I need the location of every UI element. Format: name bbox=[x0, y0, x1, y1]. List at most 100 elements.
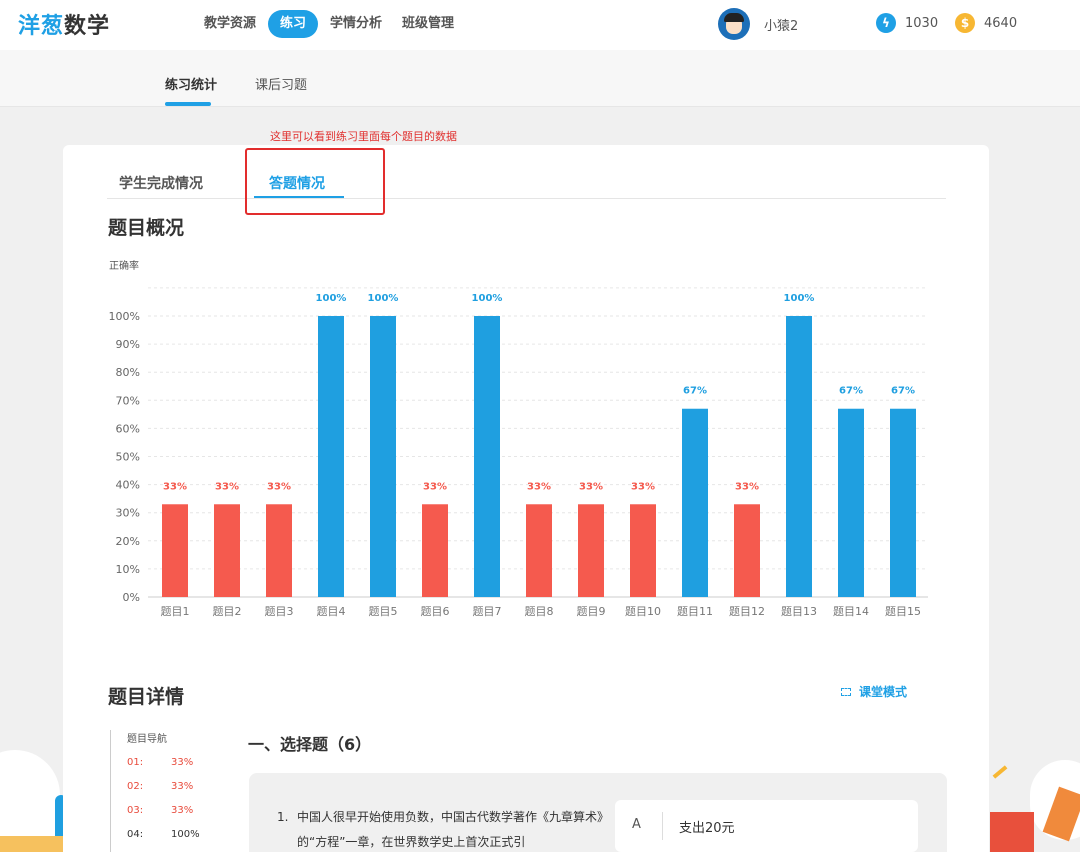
bar-value-label: 100% bbox=[472, 293, 503, 304]
nav-class-management[interactable]: 班级管理 bbox=[394, 10, 462, 38]
bar-value-label: 33% bbox=[423, 481, 447, 492]
top-navigation-bar: 洋葱数学 教学资源 练习 学情分析 班级管理 小猿2 ϟ 1030 $ 4640 bbox=[0, 0, 1080, 50]
bar bbox=[266, 504, 292, 597]
question-nav-title: 题目导航 bbox=[127, 734, 167, 745]
bar-value-label: 67% bbox=[683, 386, 707, 397]
energy-stat: ϟ 1030 bbox=[876, 13, 938, 33]
bar bbox=[890, 408, 916, 597]
bar-value-label: 67% bbox=[839, 386, 863, 397]
nav-practice[interactable]: 练习 bbox=[268, 10, 319, 38]
bar-value-label: 33% bbox=[735, 481, 759, 492]
tab-practice-stats-label: 练习统计 bbox=[165, 78, 218, 93]
classroom-mode-button[interactable]: 课堂模式 bbox=[841, 683, 907, 700]
bar-value-label: 67% bbox=[891, 386, 915, 397]
x-tick-label: 题目12 bbox=[729, 605, 765, 618]
bar-value-label: 33% bbox=[579, 481, 603, 492]
y-tick-label: 0% bbox=[123, 591, 140, 604]
question-nav-item[interactable]: 01: 33% bbox=[127, 757, 200, 781]
coin-icon: $ bbox=[955, 13, 975, 33]
tab-practice-stats[interactable]: 练习统计 bbox=[165, 74, 218, 106]
y-tick-label: 30% bbox=[116, 507, 140, 520]
tab-homework[interactable]: 课后习题 bbox=[255, 74, 307, 93]
question-text: 1. 中国人很早开始使用负数，中国古代数学著作《九章算术》的“方程”一章，在世界… bbox=[277, 805, 607, 852]
question-navigation: 题目导航 01: 33% 02: 33% 03: 33% 04: 100% bbox=[110, 730, 200, 852]
ground-decoration-left bbox=[0, 836, 63, 852]
bar-value-label: 100% bbox=[316, 293, 347, 304]
bar bbox=[786, 316, 812, 597]
y-tick-label: 100% bbox=[109, 310, 140, 323]
y-tick-label: 20% bbox=[116, 535, 140, 548]
tab-divider bbox=[107, 198, 946, 199]
overview-title: 题目概况 bbox=[108, 217, 185, 239]
annotation-highlight-box bbox=[245, 148, 385, 215]
y-tick-label: 60% bbox=[116, 422, 140, 435]
bar bbox=[838, 408, 864, 597]
section-title: 一、选择题（6） bbox=[248, 735, 372, 754]
y-tick-label: 50% bbox=[116, 451, 140, 464]
x-tick-label: 题目14 bbox=[833, 605, 869, 618]
x-tick-label: 题目2 bbox=[213, 605, 242, 618]
bar bbox=[214, 504, 240, 597]
bar bbox=[162, 504, 188, 597]
x-tick-label: 题目4 bbox=[317, 605, 346, 618]
bar-value-label: 100% bbox=[784, 293, 815, 304]
x-tick-label: 题目15 bbox=[885, 605, 921, 618]
question-nav-item[interactable]: 02: 33% bbox=[127, 781, 200, 805]
option-divider bbox=[662, 812, 663, 840]
bar-value-label: 100% bbox=[368, 293, 399, 304]
annotation-note: 这里可以看到练习里面每个题目的数据 bbox=[270, 130, 457, 143]
fullscreen-icon bbox=[841, 688, 851, 696]
logo-text-part2: 数学 bbox=[64, 14, 111, 39]
bar bbox=[682, 408, 708, 597]
x-tick-label: 题目6 bbox=[421, 605, 450, 618]
app-logo[interactable]: 洋葱数学 bbox=[18, 8, 110, 40]
answer-option-a[interactable]: A 支出20元 bbox=[615, 800, 918, 852]
logo-text-part1: 洋葱 bbox=[18, 14, 65, 39]
y-axis-label: 正确率 bbox=[109, 261, 139, 272]
y-tick-label: 90% bbox=[116, 338, 140, 351]
option-text: 支出20元 bbox=[679, 821, 735, 836]
detail-title: 题目详情 bbox=[108, 686, 185, 708]
main-nav: 教学资源 练习 学情分析 班级管理 bbox=[196, 10, 466, 38]
active-tab-indicator bbox=[165, 102, 211, 106]
y-tick-label: 80% bbox=[116, 366, 140, 379]
nav-teaching-resources[interactable]: 教学资源 bbox=[196, 10, 264, 38]
tab-student-completion[interactable]: 学生完成情况 bbox=[119, 173, 203, 193]
bar bbox=[734, 504, 760, 597]
coin-value: 4640 bbox=[984, 15, 1018, 31]
nav-learning-analysis[interactable]: 学情分析 bbox=[322, 10, 390, 38]
bar bbox=[474, 316, 500, 597]
question-body: 中国人很早开始使用负数，中国古代数学著作《九章算术》的“方程”一章，在世界数学史… bbox=[297, 810, 604, 849]
x-tick-label: 题目13 bbox=[781, 605, 817, 618]
user-menu[interactable]: 小猿2 bbox=[718, 8, 798, 40]
question-card: 1. 中国人很早开始使用负数，中国古代数学著作《九章算术》的“方程”一章，在世界… bbox=[249, 773, 947, 852]
bar bbox=[578, 504, 604, 597]
question-nav-item[interactable]: 03: 33% bbox=[127, 805, 200, 829]
house-decoration-right bbox=[990, 812, 1034, 852]
sun-ray-decoration bbox=[992, 765, 1008, 779]
bar-value-label: 33% bbox=[163, 481, 187, 492]
bar-value-label: 33% bbox=[631, 481, 655, 492]
x-tick-label: 题目3 bbox=[265, 605, 294, 618]
x-tick-label: 题目10 bbox=[625, 605, 661, 618]
y-tick-label: 10% bbox=[116, 563, 140, 576]
bar bbox=[526, 504, 552, 597]
lightning-icon: ϟ bbox=[876, 13, 896, 33]
user-name[interactable]: 小猿2 bbox=[764, 15, 798, 34]
x-tick-label: 题目7 bbox=[473, 605, 502, 618]
x-tick-label: 题目5 bbox=[369, 605, 398, 618]
accuracy-bar-chart: 0%10%20%30%40%50%60%70%80%90%100%33%题目13… bbox=[109, 287, 928, 618]
energy-value: 1030 bbox=[905, 15, 939, 31]
coin-stat: $ 4640 bbox=[955, 13, 1017, 33]
question-nav-item[interactable]: 04: 100% bbox=[127, 829, 200, 852]
sub-tab-bar: 练习统计 课后习题 bbox=[0, 50, 1080, 107]
bar-value-label: 33% bbox=[215, 481, 239, 492]
avatar[interactable] bbox=[718, 8, 750, 40]
classroom-mode-label: 课堂模式 bbox=[859, 685, 908, 699]
bar bbox=[318, 316, 344, 597]
bar-value-label: 33% bbox=[267, 481, 291, 492]
bar bbox=[630, 504, 656, 597]
bar bbox=[422, 504, 448, 597]
bar-value-label: 33% bbox=[527, 481, 551, 492]
x-tick-label: 题目8 bbox=[525, 605, 554, 618]
